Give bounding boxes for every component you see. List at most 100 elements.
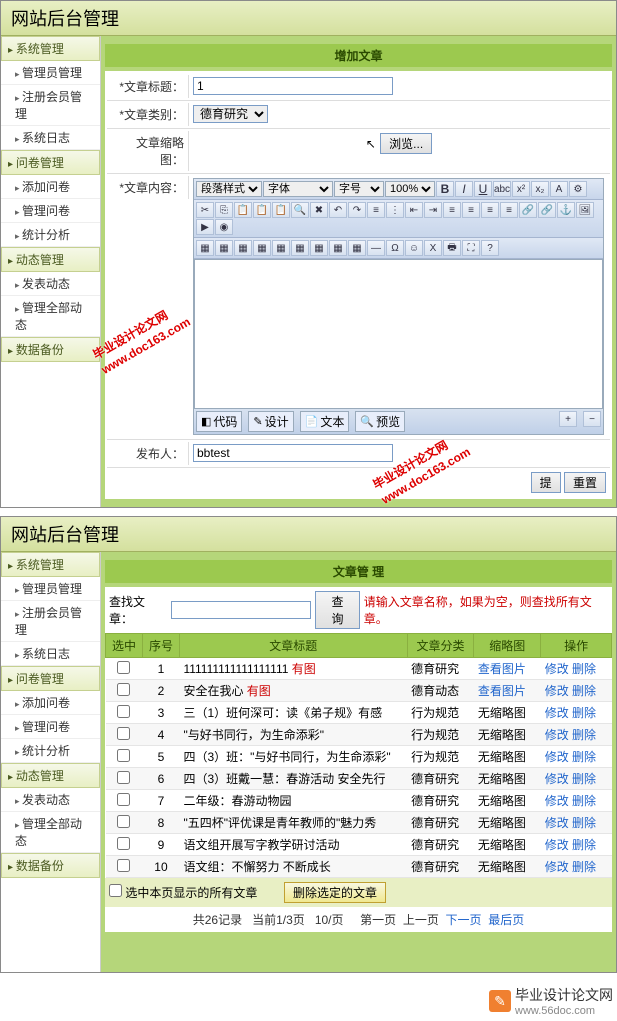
find-icon[interactable]: 🔍 (291, 202, 309, 218)
menu-item[interactable]: 注册会员管理 (1, 601, 100, 642)
bold-icon[interactable]: B (436, 181, 454, 197)
row-checkbox[interactable] (117, 683, 130, 696)
cut-icon[interactable]: ✂ (196, 202, 214, 218)
t4-icon[interactable]: ▦ (253, 240, 271, 256)
delete-link[interactable]: 删除 (572, 706, 596, 720)
emoji-icon[interactable]: ☺ (405, 240, 423, 256)
row-checkbox[interactable] (117, 837, 130, 850)
underline-icon[interactable]: U (474, 181, 492, 197)
unlink-icon[interactable]: 🔗 (538, 202, 556, 218)
publisher-input[interactable] (193, 444, 393, 462)
row-checkbox[interactable] (117, 727, 130, 740)
preview-tab[interactable]: 🔍 预览 (355, 411, 405, 432)
menu-item[interactable]: 管理全部动态 (1, 296, 100, 337)
media-icon[interactable]: ◉ (215, 219, 233, 235)
menu-item[interactable]: 添加问卷 (1, 691, 100, 715)
excel-icon[interactable]: X (424, 240, 442, 256)
menu-group[interactable]: 系统管理 (1, 552, 100, 577)
next-page-link[interactable]: 下一页 (446, 913, 482, 927)
eraser-icon[interactable]: ✖ (310, 202, 328, 218)
tools-icon[interactable]: ⚙ (569, 181, 587, 197)
search-button[interactable]: 查 询 (315, 591, 360, 629)
menu-item[interactable]: 发表动态 (1, 272, 100, 296)
menu-group[interactable]: 动态管理 (1, 763, 100, 788)
prev-page-link[interactable]: 上一页 (403, 913, 439, 927)
menu-group[interactable]: 系统管理 (1, 36, 100, 61)
super-icon[interactable]: x² (512, 181, 530, 197)
row-checkbox[interactable] (117, 815, 130, 828)
delete-link[interactable]: 删除 (572, 750, 596, 764)
t8-icon[interactable]: ▦ (329, 240, 347, 256)
redo-icon[interactable]: ↷ (348, 202, 366, 218)
sym-icon[interactable]: Ω (386, 240, 404, 256)
edit-link[interactable]: 修改 (545, 684, 569, 698)
undo-icon[interactable]: ↶ (329, 202, 347, 218)
menu-item[interactable]: 管理全部动态 (1, 812, 100, 853)
menu-item[interactable]: 管理问卷 (1, 715, 100, 739)
strike-icon[interactable]: abc (493, 181, 511, 197)
italic-icon[interactable]: I (455, 181, 473, 197)
edit-link[interactable]: 修改 (545, 706, 569, 720)
edit-link[interactable]: 修改 (545, 816, 569, 830)
delete-link[interactable]: 删除 (572, 684, 596, 698)
row-checkbox[interactable] (117, 771, 130, 784)
menu-item[interactable]: 统计分析 (1, 739, 100, 763)
edit-link[interactable]: 修改 (545, 860, 569, 874)
menu-item[interactable]: 添加问卷 (1, 175, 100, 199)
menu-item[interactable]: 管理员管理 (1, 61, 100, 85)
row-checkbox[interactable] (117, 661, 130, 674)
paragraph-select[interactable]: 段落样式 (196, 181, 262, 197)
paste2-icon[interactable]: 📋 (253, 202, 271, 218)
anchor-icon[interactable]: ⚓ (557, 202, 575, 218)
edit-link[interactable]: 修改 (545, 772, 569, 786)
sub-icon[interactable]: x₂ (531, 181, 549, 197)
menu-item[interactable]: 管理问卷 (1, 199, 100, 223)
font-select[interactable]: 字体 (263, 181, 333, 197)
menu-item[interactable]: 系统日志 (1, 126, 100, 150)
hr-icon[interactable]: — (367, 240, 385, 256)
ul-icon[interactable]: ⋮ (386, 202, 404, 218)
text-tab[interactable]: 📄 文本 (300, 411, 350, 432)
menu-group[interactable]: 问卷管理 (1, 666, 100, 691)
color-icon[interactable]: A (550, 181, 568, 197)
delete-link[interactable]: 删除 (572, 772, 596, 786)
paste3-icon[interactable]: 📋 (272, 202, 290, 218)
row-checkbox[interactable] (117, 705, 130, 718)
design-tab[interactable]: ✎ 设计 (248, 411, 293, 432)
size-select[interactable]: 字号 (334, 181, 384, 197)
edit-link[interactable]: 修改 (545, 728, 569, 742)
t3-icon[interactable]: ▦ (234, 240, 252, 256)
t5-icon[interactable]: ▦ (272, 240, 290, 256)
title-input[interactable] (193, 77, 393, 95)
delete-link[interactable]: 删除 (572, 860, 596, 874)
search-input[interactable] (171, 601, 311, 619)
edit-link[interactable]: 修改 (545, 838, 569, 852)
al-icon[interactable]: ≡ (443, 202, 461, 218)
aj-icon[interactable]: ≡ (500, 202, 518, 218)
ol-icon[interactable]: ≡ (367, 202, 385, 218)
flash-icon[interactable]: ▶ (196, 219, 214, 235)
menu-group[interactable]: 问卷管理 (1, 150, 100, 175)
code-tab[interactable]: ◧ 代码 (196, 411, 242, 432)
menu-item[interactable]: 系统日志 (1, 642, 100, 666)
edit-link[interactable]: 修改 (545, 662, 569, 676)
help-icon[interactable]: ? (481, 240, 499, 256)
ar-icon[interactable]: ≡ (481, 202, 499, 218)
menu-item[interactable]: 注册会员管理 (1, 85, 100, 126)
category-select[interactable]: 德育研究 (193, 105, 268, 123)
menu-item[interactable]: 统计分析 (1, 223, 100, 247)
reset-button[interactable]: 重置 (564, 472, 606, 493)
img-icon[interactable]: 🖼 (576, 202, 594, 218)
submit-button[interactable]: 提 (531, 472, 561, 493)
t7-icon[interactable]: ▦ (310, 240, 328, 256)
menu-group[interactable]: 动态管理 (1, 247, 100, 272)
minus-icon[interactable]: − (583, 411, 601, 427)
delete-link[interactable]: 删除 (572, 816, 596, 830)
zoom-select[interactable]: 100% (385, 181, 435, 197)
t1-icon[interactable]: ▦ (196, 240, 214, 256)
link-icon[interactable]: 🔗 (519, 202, 537, 218)
delete-link[interactable]: 删除 (572, 794, 596, 808)
t2-icon[interactable]: ▦ (215, 240, 233, 256)
full-icon[interactable]: ⛶ (462, 240, 480, 256)
copy-icon[interactable]: ⎘ (215, 202, 233, 218)
